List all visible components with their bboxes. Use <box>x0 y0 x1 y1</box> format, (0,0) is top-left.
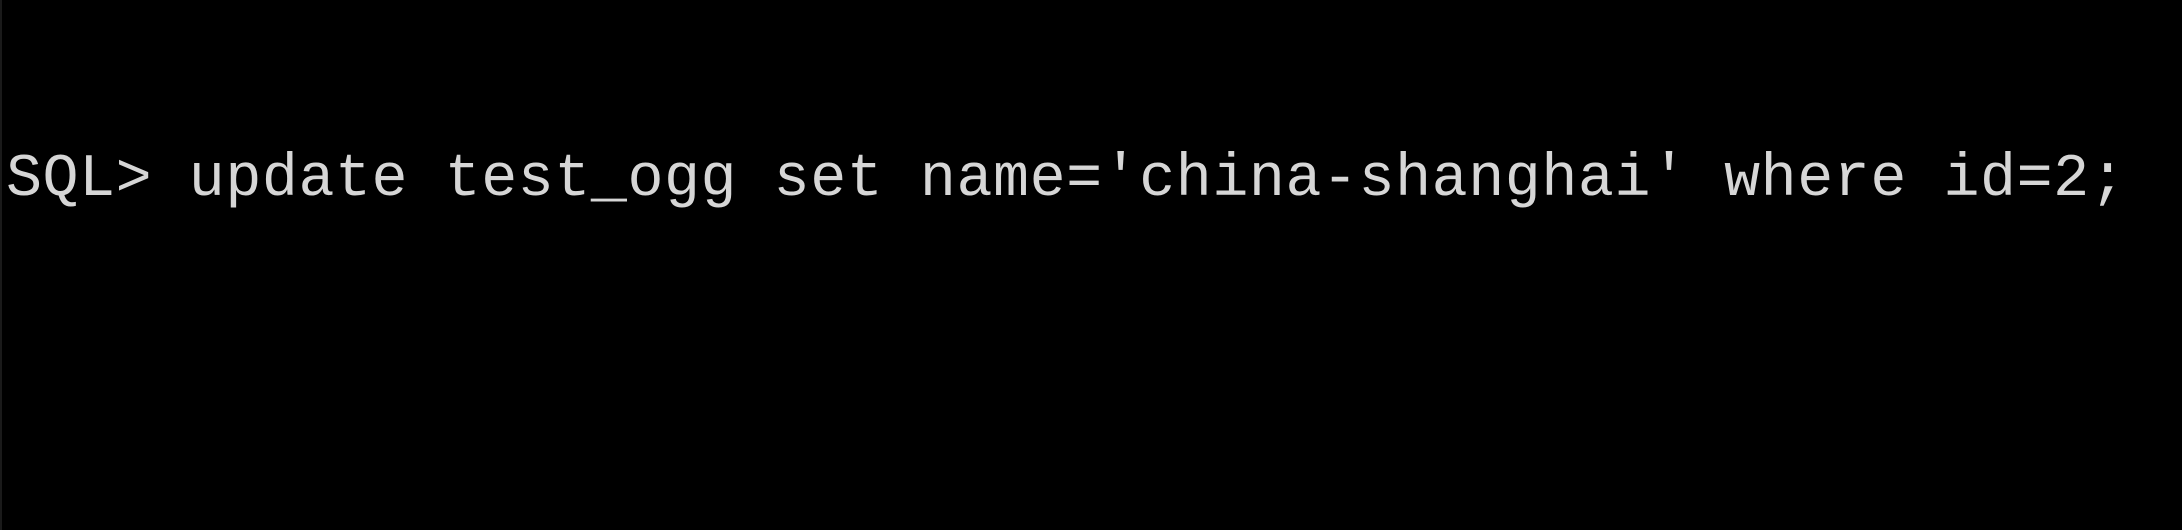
terminal-window[interactable]: SQL> update test_ogg set name='china-sha… <box>0 0 2182 530</box>
window-left-edge <box>0 0 2 530</box>
terminal-output-area[interactable]: SQL> update test_ogg set name='china-sha… <box>6 0 2182 530</box>
terminal-line-2 <box>6 360 2182 432</box>
terminal-line-1: SQL> update test_ogg set name='china-sha… <box>6 146 2127 214</box>
